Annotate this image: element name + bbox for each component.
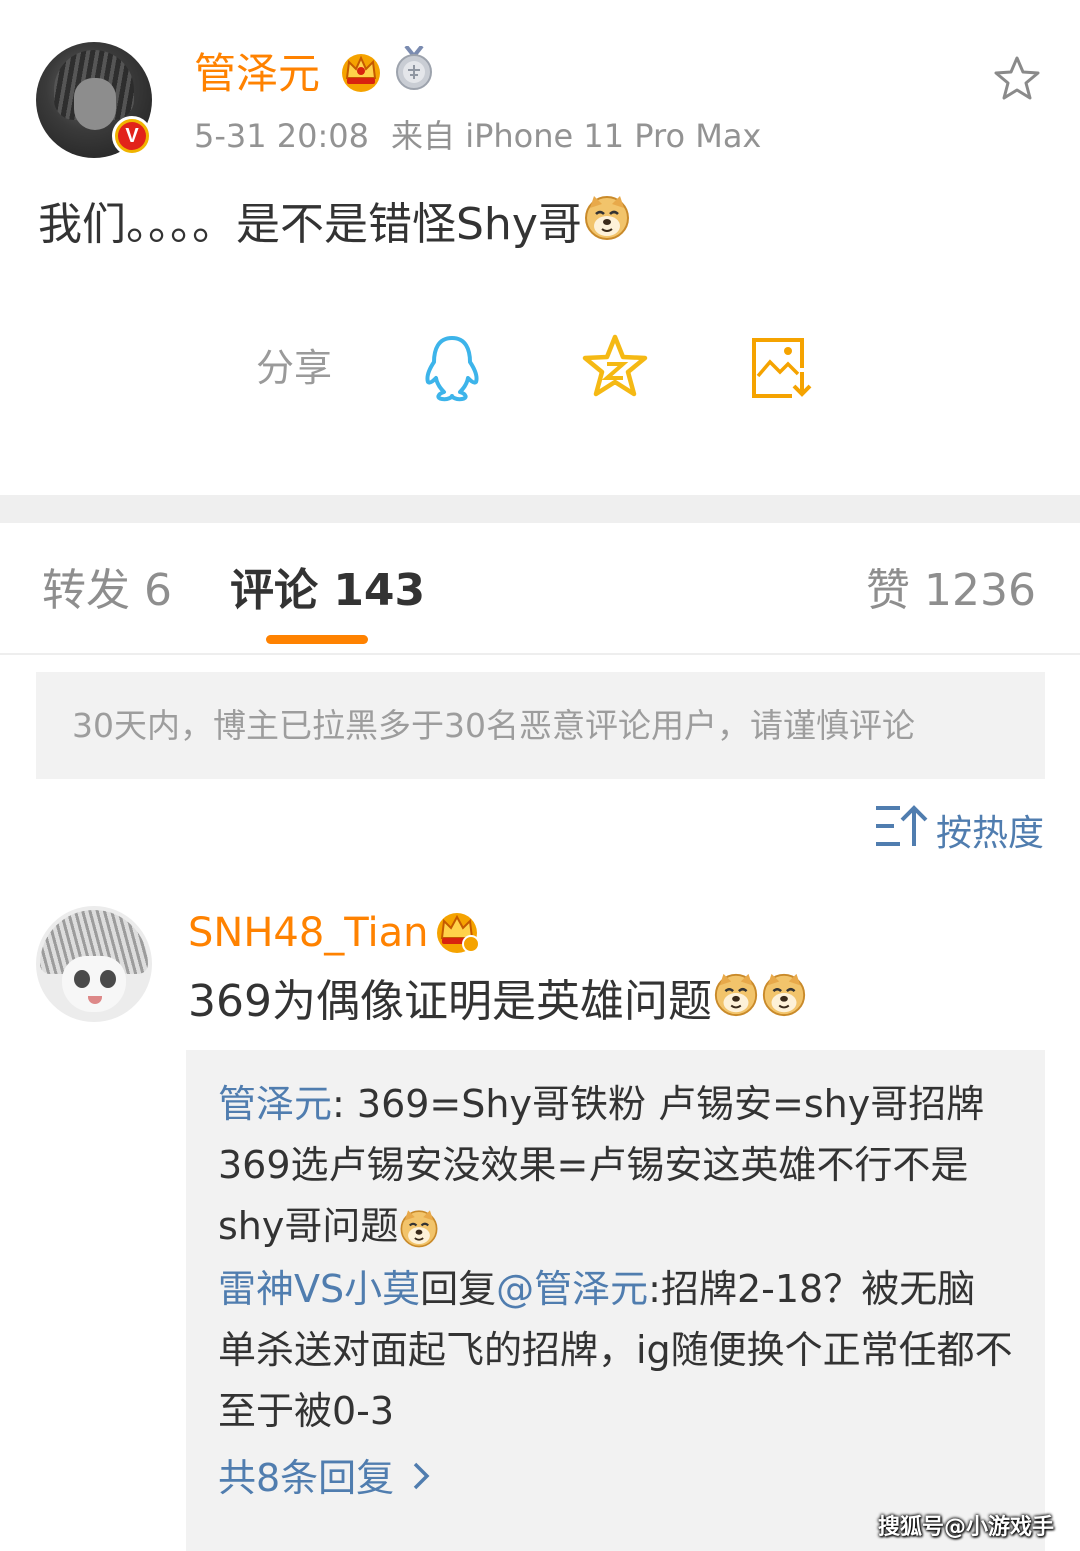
reply-text: : 369=Shy哥铁粉 卢锡安=shy哥招牌 369选卢锡安没效果=卢锡安这英… <box>218 1082 985 1248</box>
doge-emoji-icon <box>582 192 632 258</box>
avatar-eye <box>100 970 116 988</box>
reply-item[interactable]: 雷神VS小莫回复@管泽元:招牌2-18？被无脑单杀送对面起飞的招牌，ig随便换个… <box>218 1259 1013 1442</box>
reply-item[interactable]: 管泽元: 369=Shy哥铁粉 卢锡安=shy哥招牌 369选卢锡安没效果=卢锡… <box>218 1074 1013 1259</box>
reply-author[interactable]: 雷神VS小莫 <box>218 1267 420 1311</box>
interaction-tabs: 转发 6 评论 143 赞 1236 <box>0 523 1080 655</box>
avatar-eye <box>74 970 90 988</box>
reply-mention[interactable]: @管泽元 <box>496 1267 648 1311</box>
author-name[interactable]: 管泽元 <box>194 46 320 102</box>
share-row: 分享 <box>0 330 1080 410</box>
reply-author[interactable]: 管泽元 <box>218 1082 332 1126</box>
post-text: 我们。。。。是不是错怪Shy哥 <box>38 192 632 258</box>
tab-comments[interactable]: 评论 143 <box>230 561 425 621</box>
doge-emoji-icon <box>398 1198 440 1259</box>
tab-repost[interactable]: 转发 6 <box>42 561 172 621</box>
chevron-right-icon <box>412 1448 430 1509</box>
crown-vip-icon[interactable] <box>432 906 482 960</box>
commenter-avatar[interactable] <box>36 906 152 1022</box>
section-divider <box>0 495 1080 523</box>
tab-likes[interactable]: 赞 1236 <box>866 561 1036 621</box>
avatar-face <box>74 78 116 130</box>
qzone-star-icon[interactable] <box>580 332 650 406</box>
comment-text-content: 369为偶像证明是英雄问题 <box>188 976 712 1027</box>
favorite-star-icon[interactable] <box>992 54 1042 108</box>
commenter-name[interactable]: SNH48_Tian <box>188 906 428 960</box>
share-label: 分享 <box>256 346 333 390</box>
verified-badge-icon: V <box>112 116 152 156</box>
sort-label: 按热度 <box>935 813 1044 854</box>
post-source: 来自 iPhone 11 Pro Max <box>391 117 762 155</box>
more-replies-link[interactable]: 共8条回复 <box>218 1448 1013 1509</box>
reply-box[interactable]: 管泽元: 369=Shy哥铁粉 卢锡安=shy哥招牌 369选卢锡安没效果=卢锡… <box>186 1050 1045 1551</box>
watermark: 搜狐号@小游戏手 <box>877 1515 1054 1540</box>
doge-emoji-icon <box>712 970 760 1034</box>
medal-icon[interactable] <box>394 44 434 96</box>
qq-icon[interactable] <box>420 332 484 408</box>
active-tab-indicator <box>266 635 368 644</box>
doge-emoji-icon <box>760 970 808 1034</box>
post-timestamp: 5-31 20:08 <box>194 117 370 155</box>
post-card: V 管泽元 5-31 20:08 来自 iPhone 11 Pro Max 我们。… <box>0 0 1080 495</box>
reply-verb: 回复 <box>420 1267 497 1311</box>
post-text-content: 我们。。。。是不是错怪Shy哥 <box>38 199 582 250</box>
verified-mark: V <box>118 122 146 150</box>
more-replies-label: 共8条回复 <box>218 1456 395 1500</box>
save-image-icon[interactable] <box>748 334 814 404</box>
comment-text: 369为偶像证明是英雄问题 <box>188 970 808 1034</box>
post-meta: 5-31 20:08 来自 iPhone 11 Pro Max <box>194 114 761 158</box>
crown-vip-icon[interactable] <box>338 48 384 98</box>
block-notice: 30天内，博主已拉黑多于30名恶意评论用户，请谨慎评论 <box>36 672 1045 779</box>
sort-hot-icon <box>874 802 928 859</box>
sort-button[interactable]: 按热度 <box>874 802 1044 858</box>
